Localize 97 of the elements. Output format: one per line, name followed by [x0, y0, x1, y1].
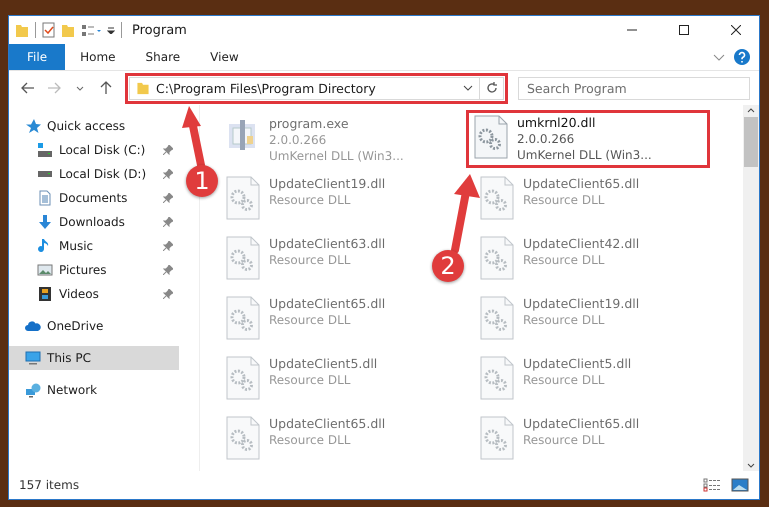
maximize-icon — [679, 25, 689, 35]
file-name: UpdateClient19.dll — [269, 176, 386, 192]
document-icon — [37, 190, 53, 206]
file-description: Resource DLL — [523, 312, 606, 328]
item-count: 157 items — [19, 478, 80, 492]
ribbon-tab[interactable]: Share — [130, 44, 196, 70]
file-tile[interactable]: UpdateClient63.dll Resource DLL — [218, 231, 392, 285]
settings-file-icon — [479, 296, 515, 340]
folder-icon — [136, 82, 150, 94]
file-description: Resource DLL — [523, 432, 606, 448]
sidebar-item[interactable]: Local Disk (C:) — [9, 138, 179, 162]
file-name: UpdateClient65.dll — [523, 416, 640, 432]
view-options-icon[interactable] — [81, 24, 101, 36]
star-icon — [25, 118, 41, 134]
chevron-down-icon — [76, 86, 84, 90]
file-description: UmKernel DLL (Win3... — [269, 148, 404, 164]
file-tile[interactable]: UpdateClient42.dll Resource DLL — [472, 231, 646, 285]
customize-toolbar-icon[interactable] — [107, 26, 115, 34]
file-tile[interactable]: UpdateClient5.dll Resource DLL — [218, 351, 384, 405]
sidebar-item[interactable]: Downloads — [9, 210, 179, 234]
file-tile[interactable]: UpdateClient19.dll Resource DLL — [472, 291, 646, 345]
settings-file-icon — [225, 416, 261, 460]
file-tile[interactable]: UpdateClient65.dll Resource DLL — [472, 411, 646, 465]
file-description: Resource DLL — [269, 432, 352, 448]
settings-file-icon — [479, 236, 515, 280]
file-name: UpdateClient19.dll — [523, 296, 640, 312]
details-view-icon[interactable] — [703, 478, 721, 492]
search-field[interactable]: Search Program — [518, 76, 750, 100]
file-description: Resource DLL — [269, 192, 352, 208]
file-version: 2.0.0.266 — [269, 132, 328, 148]
settings-file-icon — [225, 176, 261, 220]
download-icon — [37, 214, 53, 230]
file-name: UpdateClient5.dll — [523, 356, 632, 372]
address-field[interactable]: C:\Program Files\Program Directory — [129, 76, 480, 100]
refresh-button[interactable] — [480, 76, 504, 100]
file-name: UpdateClient65.dll — [523, 176, 640, 192]
close-icon — [731, 25, 741, 35]
file-description: Resource DLL — [523, 372, 606, 388]
properties-icon[interactable] — [42, 22, 55, 38]
file-name: UpdateClient42.dll — [523, 236, 640, 252]
chevron-down-icon[interactable] — [463, 85, 473, 91]
help-icon[interactable] — [733, 48, 751, 66]
sidebar-item[interactable]: Network — [9, 378, 179, 402]
forward-arrow-icon — [47, 82, 61, 94]
file-version: 2.0.0.266 — [517, 131, 576, 147]
file-name: UpdateClient65.dll — [269, 416, 386, 432]
sidebar-item[interactable]: Pictures — [9, 258, 179, 282]
settings-file-icon — [225, 296, 261, 340]
file-description: Resource DLL — [523, 192, 606, 208]
drive-icon — [37, 142, 53, 158]
file-tile[interactable]: UpdateClient19.dll Resource DLL — [218, 171, 392, 225]
file-description: Resource DLL — [269, 252, 352, 268]
sidebar-item[interactable]: OneDrive — [9, 314, 179, 338]
file-name: umkrnl20.dll — [517, 115, 596, 131]
settings-file-icon — [473, 115, 509, 159]
settings-file-icon — [479, 356, 515, 400]
sidebar-item[interactable]: Music — [9, 234, 179, 258]
scroll-thumb[interactable] — [744, 117, 758, 167]
file-tile[interactable]: umkrnl20.dll 2.0.0.266 UmKernel DLL (Win3... — [466, 110, 710, 168]
sidebar-item[interactable]: Documents — [9, 186, 179, 210]
file-tile[interactable]: UpdateClient65.dll Resource DLL — [218, 411, 392, 465]
file-description: Resource DLL — [269, 372, 352, 388]
settings-file-icon — [225, 236, 261, 280]
film-icon — [37, 286, 53, 302]
window-title: Program — [132, 22, 188, 38]
ribbon-tab[interactable]: Home — [65, 44, 131, 70]
settings-file-icon — [479, 416, 515, 460]
file-tile[interactable]: UpdateClient65.dll Resource DLL — [472, 171, 646, 225]
file-description: Resource DLL — [269, 312, 352, 328]
settings-file-icon — [479, 176, 515, 220]
file-description: Resource DLL — [523, 252, 606, 268]
picture-icon — [37, 262, 53, 278]
sidebar-item[interactable]: Quick access — [9, 114, 179, 138]
back-arrow-icon — [21, 82, 35, 94]
minimize-icon — [627, 29, 637, 31]
file-tile[interactable]: program.exe 2.0.0.266 UmKernel DLL (Win3... — [218, 111, 411, 169]
file-name: UpdateClient5.dll — [269, 356, 378, 372]
file-name: UpdateClient63.dll — [269, 236, 386, 252]
sidebar-item[interactable]: Videos — [9, 282, 179, 306]
computer-icon — [25, 350, 41, 366]
scrollbar[interactable] — [743, 105, 759, 471]
drive-icon — [37, 170, 53, 178]
file-description: UmKernel DLL (Win3... — [517, 147, 652, 163]
refresh-icon — [486, 82, 498, 94]
sidebar-item[interactable]: Local Disk (D:) — [9, 162, 179, 186]
ribbon-tab[interactable]: View — [195, 44, 254, 70]
file-name: program.exe — [269, 116, 350, 132]
file-name: UpdateClient65.dll — [269, 296, 386, 312]
tiles-view-icon[interactable] — [731, 478, 749, 492]
up-arrow-icon — [100, 81, 112, 95]
sidebar-item[interactable]: This PC — [9, 346, 179, 370]
ribbon-tab[interactable]: File — [9, 44, 66, 70]
file-tile[interactable]: UpdateClient5.dll Resource DLL — [472, 351, 638, 405]
network-icon — [25, 382, 41, 398]
settings-file-icon — [225, 356, 261, 400]
file-tile[interactable]: UpdateClient65.dll Resource DLL — [218, 291, 392, 345]
address-path: C:\Program Files\Program Directory — [156, 80, 377, 96]
